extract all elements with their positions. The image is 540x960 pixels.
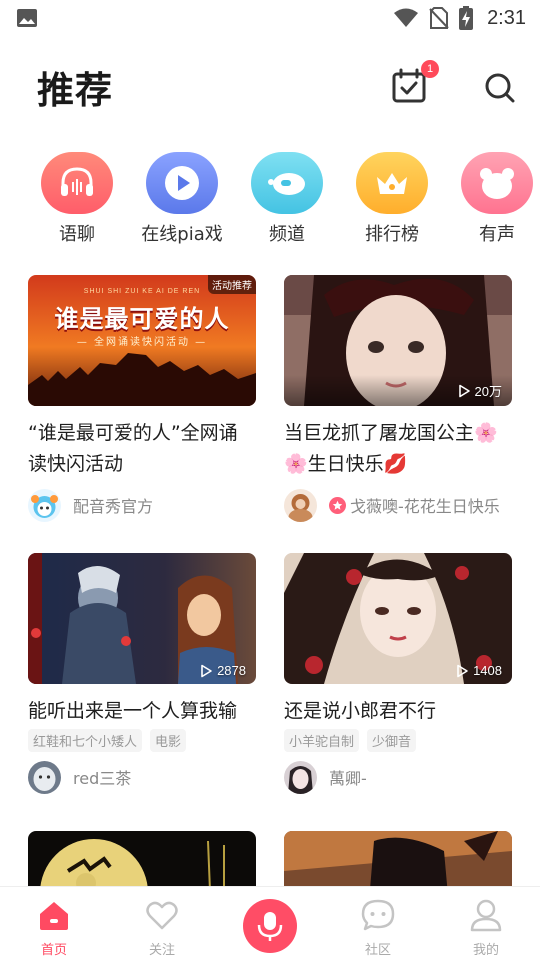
category-row: 语聊 在线pia戏 频道 排行榜 有声 [0, 152, 540, 252]
tag-chip[interactable]: 电影 [150, 729, 187, 752]
avatar[interactable] [284, 488, 317, 522]
nav-mine[interactable]: 我的 [432, 887, 540, 960]
tag-chip[interactable]: 小羊驼自制 [284, 729, 360, 752]
calendar-badge: 1 [421, 60, 439, 78]
card-title[interactable]: 能听出来是一个人算我输 [28, 696, 256, 727]
card-thumbnail[interactable]: 20万 [284, 275, 512, 406]
crown-icon [356, 152, 428, 214]
play-count: 2878 [199, 663, 246, 678]
bottom-nav: 首页 关注 社区 我的 [0, 886, 540, 960]
category-label: 排行榜 [365, 224, 419, 245]
play-circle-icon [146, 152, 218, 214]
play-count: 20万 [457, 381, 502, 400]
no-sim-icon [429, 7, 449, 29]
card-thumbnail[interactable]: 2878 [28, 553, 256, 684]
category-label: 语聊 [59, 224, 95, 245]
nav-label: 我的 [472, 943, 499, 958]
avatar[interactable] [28, 760, 61, 794]
chat-bubble-icon [361, 899, 395, 931]
status-time: 2:31 [487, 6, 526, 29]
play-count-value: 20万 [474, 384, 502, 399]
author-name: red三茶 [73, 769, 132, 788]
user-icon [470, 899, 502, 932]
feed-card[interactable]: 20万 当巨龙抓了屠龙国公主🌸🌸生日快乐💋 戈薇噢-花花生日快乐 [284, 275, 512, 522]
poster-title: 谁是最可爱的人 [54, 305, 230, 333]
activity-tag: 活动推荐 [208, 275, 256, 294]
card-author[interactable]: red三茶 [28, 760, 256, 794]
card-author[interactable]: 配音秀官方 [28, 488, 256, 522]
play-count-value: 1408 [473, 663, 502, 678]
tag-chip[interactable]: 少御音 [367, 729, 417, 752]
headphones-icon [41, 152, 113, 214]
page-title: 推荐 [37, 69, 113, 112]
nav-community[interactable]: 社区 [324, 887, 432, 960]
card-thumbnail[interactable]: 1408 [284, 553, 512, 684]
card-tags: 小羊驼自制 少御音 [284, 729, 512, 752]
star-badge-icon [329, 496, 346, 514]
card-tags: 红鞋和七个小矮人 电影 [28, 729, 256, 752]
play-count-value: 2878 [217, 663, 246, 678]
nav-label: 社区 [364, 943, 391, 958]
feed-card[interactable]: SHUI SHI ZUI KE AI DE REN 谁是最可爱的人 — 全网诵读… [28, 275, 256, 522]
card-author[interactable]: 戈薇噢-花花生日快乐 [284, 488, 512, 522]
poster-subtitle: — 全网诵读快闪活动 — [76, 337, 208, 348]
nav-label: 首页 [40, 943, 67, 958]
nav-home[interactable]: 首页 [0, 887, 108, 960]
avatar[interactable] [28, 488, 61, 522]
author-name: 萬卿- [329, 769, 367, 788]
header: 推荐 1 [0, 50, 540, 120]
image-notification-icon [17, 9, 37, 27]
bear-icon [461, 152, 533, 214]
category-channel[interactable]: 频道 [231, 152, 341, 252]
channel-icon [251, 152, 323, 214]
card-title[interactable]: “谁是最可爱的人”全网诵读快闪活动 [28, 418, 256, 480]
feed-card[interactable]: 2878 能听出来是一个人算我输 红鞋和七个小矮人 电影 red三茶 [28, 553, 256, 794]
home-icon [40, 902, 68, 930]
category-online-pia[interactable]: 在线pia戏 [126, 152, 236, 252]
heart-icon [146, 901, 178, 930]
tag-chip[interactable]: 红鞋和七个小矮人 [28, 729, 143, 752]
avatar[interactable] [284, 760, 317, 794]
nav-label: 关注 [148, 943, 175, 958]
record-button[interactable] [243, 899, 297, 953]
author-name: 戈薇噢-花花生日快乐 [350, 497, 500, 516]
category-voice-chat[interactable]: 语聊 [21, 152, 131, 252]
card-thumbnail[interactable]: SHUI SHI ZUI KE AI DE REN 谁是最可爱的人 — 全网诵读… [28, 275, 256, 406]
battery-charging-icon [459, 6, 474, 30]
author-name: 配音秀官方 [73, 497, 154, 516]
wifi-icon [394, 8, 419, 27]
play-icon [457, 664, 468, 677]
nav-follow[interactable]: 关注 [108, 887, 216, 960]
play-count: 1408 [455, 663, 502, 678]
category-audio[interactable]: 有声 [441, 152, 540, 252]
category-ranking[interactable]: 排行榜 [336, 152, 446, 252]
search-icon[interactable] [480, 68, 520, 108]
card-title[interactable]: 还是说小郎君不行 [284, 696, 512, 727]
category-label: 频道 [269, 224, 305, 245]
status-bar: 2:31 [0, 0, 540, 36]
microphone-icon [257, 912, 283, 941]
feed-card[interactable]: 1408 还是说小郎君不行 小羊驼自制 少御音 萬卿- [284, 553, 512, 794]
card-title[interactable]: 当巨龙抓了屠龙国公主🌸🌸生日快乐💋 [284, 418, 512, 480]
play-icon [201, 664, 212, 677]
card-author[interactable]: 萬卿- [284, 760, 512, 794]
category-label: 在线pia戏 [141, 224, 223, 245]
category-label: 有声 [479, 224, 515, 245]
play-icon [458, 384, 470, 397]
